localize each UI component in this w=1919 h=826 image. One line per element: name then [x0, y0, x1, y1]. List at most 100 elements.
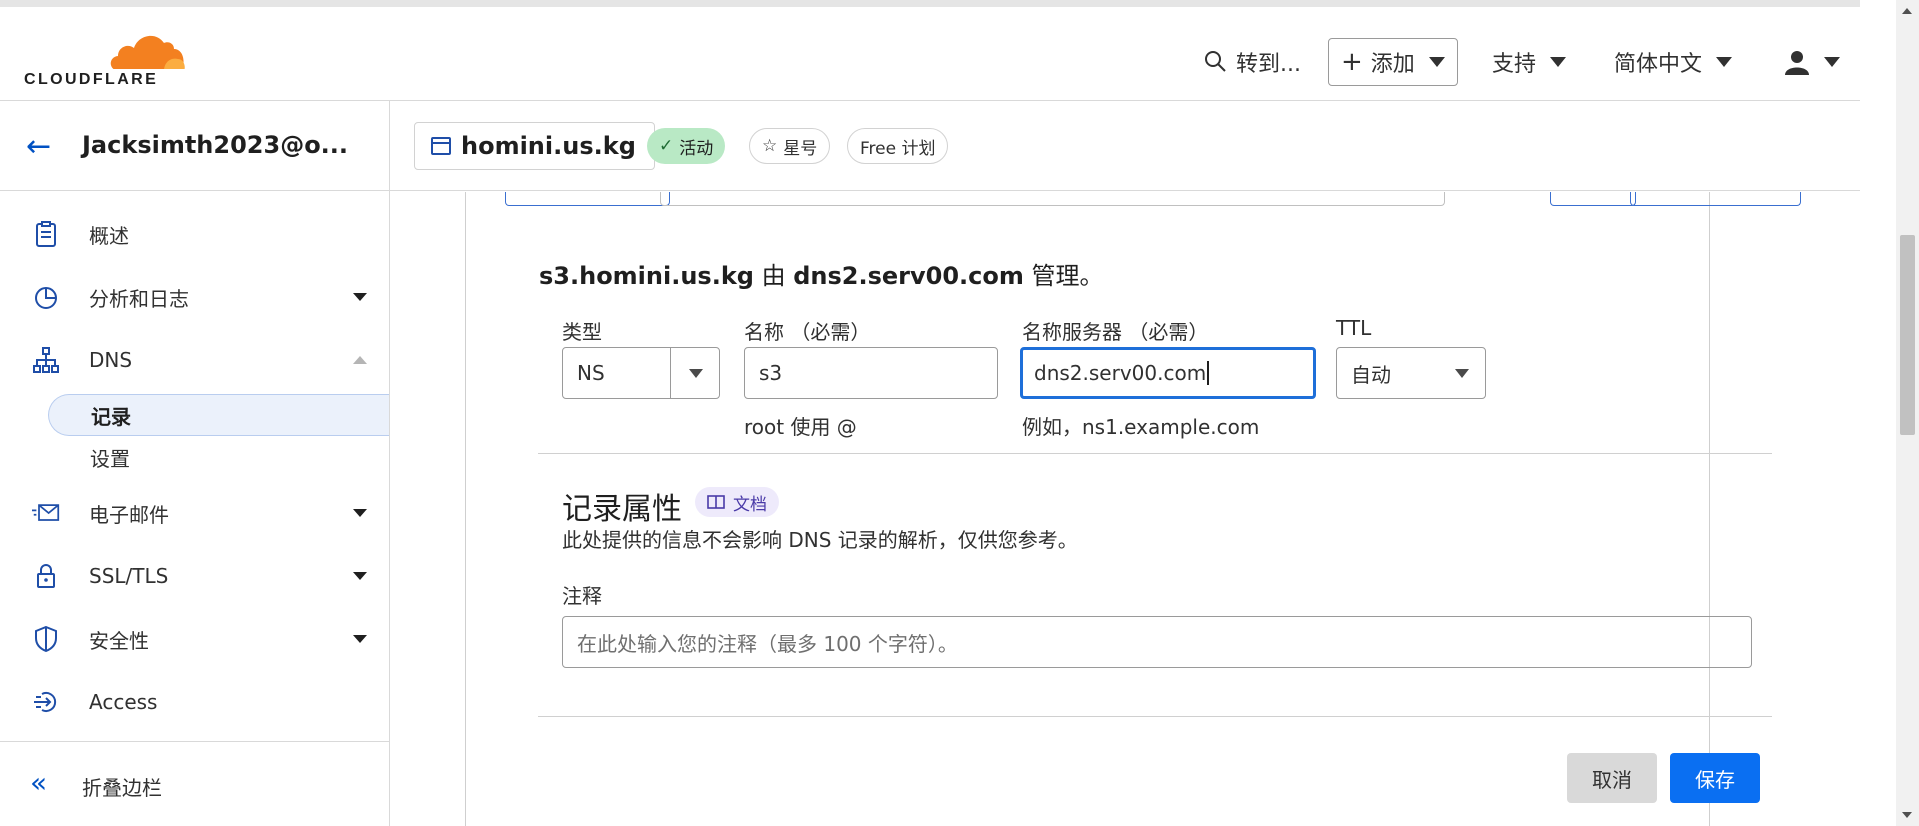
sidebar-item-label: 电子邮件 [89, 502, 169, 527]
logo-text: CLOUDFLARE [24, 71, 159, 88]
divider [538, 453, 1772, 454]
support-menu[interactable]: 支持 [1492, 38, 1567, 86]
check-icon: ✓ [659, 136, 674, 156]
star-button[interactable]: ☆ 星号 [749, 128, 831, 164]
sidebar-item-label: Access [89, 690, 158, 714]
star-label: 星号 [783, 138, 818, 159]
status-label: 活动 [679, 138, 714, 159]
ttl-value: 自动 [1351, 362, 1391, 387]
cancel-button[interactable]: 取消 [1567, 753, 1657, 803]
shield-icon [32, 625, 60, 653]
sidebar-subitem-settings[interactable]: 设置 [48, 436, 389, 478]
nameserver-label: 名称服务器 （必需） [1022, 320, 1209, 344]
chevron-down-icon [1550, 57, 1567, 67]
sidebar-item-analytics[interactable]: 分析和日志 [0, 272, 389, 322]
sidebar-item-label: 分析和日志 [89, 286, 189, 311]
cloud-logo-icon [108, 35, 186, 71]
name-input[interactable]: s3 [744, 347, 998, 399]
docs-label: 文档 [733, 494, 767, 515]
note-input[interactable]: 在此处输入您的注释（最多 100 个字符）。 [562, 616, 1752, 668]
back-arrow-icon[interactable]: ← [26, 129, 51, 164]
nameserver-input[interactable]: dns2.serv00.com [1020, 347, 1316, 399]
sidebar-item-label: 概述 [89, 223, 129, 248]
add-button[interactable]: + 添加 [1328, 38, 1458, 86]
text-cursor [1207, 361, 1210, 385]
sidebar-item-overview[interactable]: 概述 [0, 209, 389, 259]
user-icon [1785, 51, 1809, 75]
name-hint: root 使用 @ [744, 415, 857, 439]
goto-label: 转到... [1236, 52, 1301, 77]
note-placeholder: 在此处输入您的注释（最多 100 个字符）。 [577, 631, 958, 656]
save-button[interactable]: 保存 [1670, 753, 1760, 803]
sidebar-item-access[interactable]: Access [0, 677, 389, 727]
zone-selector[interactable]: homini.us.kg [414, 122, 655, 170]
zone-name: homini.us.kg [461, 132, 636, 160]
collapse-label: 折叠边栏 [82, 776, 162, 800]
sidebar-item-security[interactable]: 安全性 [0, 614, 389, 664]
ttl-select[interactable]: 自动 [1336, 347, 1486, 399]
name-label: 名称 （必需） [744, 320, 871, 344]
type-label: 类型 [562, 320, 602, 344]
double-chevron-left-icon: « [30, 766, 48, 799]
account-header: ← Jacksimth2023@o... [0, 101, 389, 191]
sidebar-item-email[interactable]: 电子邮件 [0, 488, 389, 538]
goto-search[interactable]: 转到... [1204, 38, 1301, 86]
user-menu[interactable] [1784, 38, 1840, 86]
lock-icon [32, 562, 60, 590]
sidebar-item-label: 安全性 [89, 628, 149, 653]
scroll-thumb[interactable] [1900, 235, 1915, 435]
network-icon [32, 346, 60, 374]
sidebar-subitem-label: 记录 [91, 404, 131, 429]
scrolled-control-edge [1550, 192, 1636, 206]
chevron-down-icon [1428, 57, 1445, 67]
chevron-down-icon [353, 509, 367, 517]
type-value: NS [577, 361, 605, 385]
access-icon [32, 688, 60, 716]
chevron-down-icon [1716, 57, 1733, 67]
ttl-label: TTL [1336, 316, 1372, 340]
sidebar-item-label: DNS [89, 348, 133, 372]
chevron-down-icon [689, 369, 703, 378]
top-bar: CLOUDFLARE 转到... + 添加 支持 简体中文 [0, 0, 1860, 101]
plan-label: Free 计划 [860, 138, 936, 159]
star-icon: ☆ [762, 136, 778, 156]
sidebar-item-ssl[interactable]: SSL/TLS [0, 551, 389, 601]
divider [538, 716, 1772, 717]
clipboard-icon [32, 220, 60, 248]
page-scrollbar[interactable] [1896, 0, 1919, 826]
language-label: 简体中文 [1614, 52, 1703, 77]
language-menu[interactable]: 简体中文 [1614, 38, 1733, 86]
chevron-down-icon [1455, 369, 1469, 378]
record-attributes-title: 记录属性 [562, 492, 682, 527]
pie-chart-icon [32, 283, 60, 311]
add-label: 添加 [1370, 52, 1415, 77]
scroll-up-icon[interactable] [1902, 8, 1912, 14]
cloudflare-logo[interactable]: CLOUDFLARE [24, 29, 189, 89]
record-fqdn: s3.homini.us.kg [539, 262, 754, 290]
nameserver-name: dns2.serv00.com [793, 262, 1024, 290]
scrolled-control-edge [1630, 192, 1801, 206]
chevron-up-icon [353, 356, 367, 364]
plan-badge[interactable]: Free 计划 [847, 128, 949, 164]
record-management-info: s3.homini.us.kg 由 dns2.serv00.com 管理。 [539, 256, 1104, 291]
type-select[interactable]: NS [562, 347, 720, 399]
record-attributes-description: 此处提供的信息不会影响 DNS 记录的解析，仅供您参考。 [562, 528, 1078, 552]
managed-by-text: 由 [761, 262, 786, 290]
search-icon [1205, 51, 1226, 72]
chevron-down-icon [353, 293, 367, 301]
scroll-down-icon[interactable] [1902, 812, 1912, 818]
chevron-down-icon [353, 572, 367, 580]
status-badge: ✓ 活动 [647, 128, 726, 164]
nameserver-value: dns2.serv00.com [1034, 361, 1207, 385]
docs-link[interactable]: 文档 [695, 487, 779, 517]
scrolled-control-edge [660, 192, 1445, 206]
nameserver-hint: 例如，ns1.example.com [1022, 415, 1260, 439]
chevron-down-icon [353, 635, 367, 643]
sidebar-subitem-records[interactable]: 记录 [48, 394, 389, 436]
sidebar-item-dns[interactable]: DNS [0, 335, 389, 385]
name-value: s3 [759, 361, 783, 385]
select-divider [670, 348, 671, 398]
plus-icon: + [1341, 47, 1363, 77]
collapse-sidebar-button[interactable]: « 折叠边栏 [0, 741, 389, 826]
account-name[interactable]: Jacksimth2023@o... [82, 131, 348, 159]
